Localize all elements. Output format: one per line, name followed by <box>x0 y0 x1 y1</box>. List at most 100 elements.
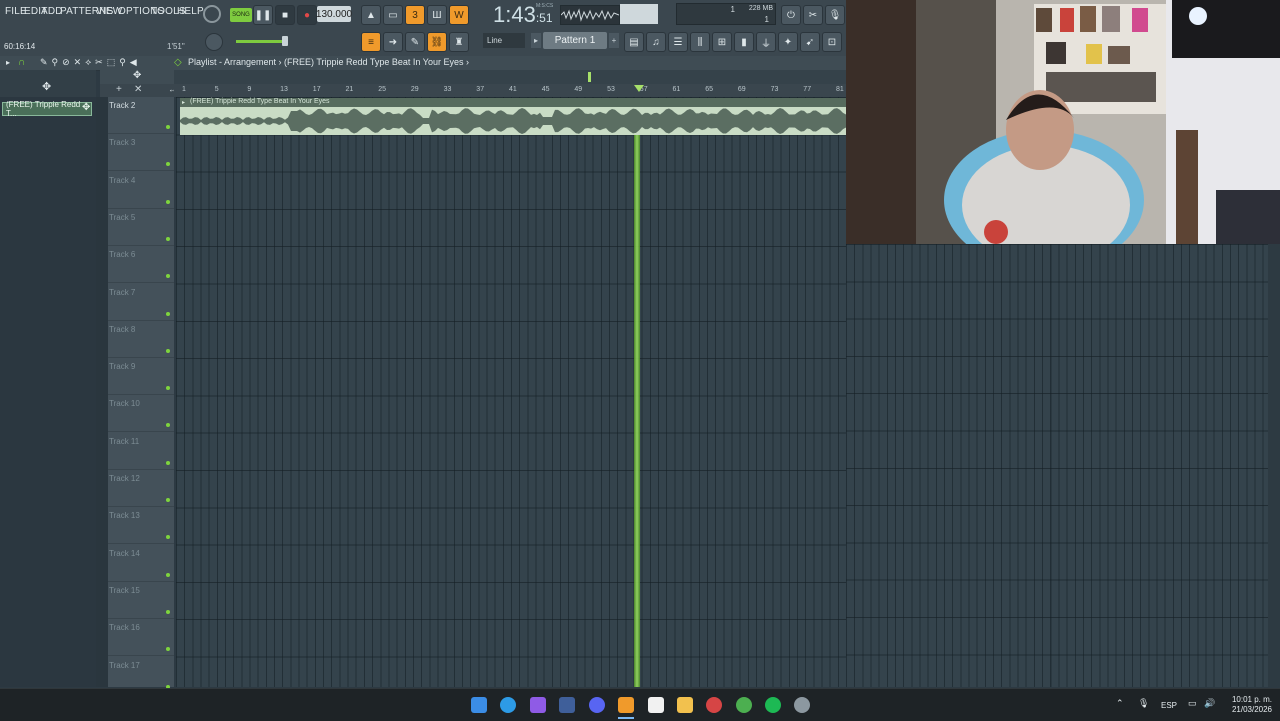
track-mute-led[interactable] <box>166 348 170 353</box>
track-mute-led[interactable] <box>166 572 170 577</box>
track-header[interactable]: Track 12 <box>108 470 174 507</box>
link-button[interactable]: ⛓ <box>427 32 447 52</box>
record-button[interactable]: ● <box>297 5 317 25</box>
track-header[interactable]: Track 7 <box>108 284 174 321</box>
recorder-icon[interactable] <box>706 697 722 713</box>
online-button[interactable]: ⏻ <box>781 5 801 25</box>
volume-icon[interactable]: 🔊 <box>1204 698 1215 709</box>
drag-icon[interactable]: ✥ <box>42 80 51 93</box>
pause-button[interactable]: ❚❚ <box>253 5 273 25</box>
playlist-grid-extended[interactable] <box>846 244 1268 687</box>
track-header[interactable]: Track 11 <box>108 433 174 470</box>
tray-chevron-icon[interactable]: ⌃ <box>1116 698 1124 709</box>
playlist-grid[interactable] <box>176 97 846 687</box>
vertical-scrollbar[interactable] <box>1268 244 1280 687</box>
track-mute-led[interactable] <box>166 609 170 614</box>
track-mute-led[interactable] <box>166 460 170 465</box>
pattern-prev-button[interactable]: ▸ <box>531 33 541 48</box>
arrow-button[interactable]: ➜ <box>383 32 403 52</box>
stop-button[interactable]: ■ <box>275 5 295 25</box>
clip-move-icon[interactable]: ✥ <box>82 102 90 113</box>
discord-icon[interactable] <box>589 697 605 713</box>
track-header[interactable]: Track 5 <box>108 209 174 246</box>
network-icon[interactable]: ▭ <box>1188 698 1197 709</box>
menu-help[interactable]: HELP <box>177 6 204 17</box>
track-mute-led[interactable] <box>166 535 170 540</box>
piano-roll-button[interactable]: ♫ <box>646 32 666 52</box>
tool-button[interactable]: ✦ <box>778 32 798 52</box>
snap-select[interactable]: Line <box>483 33 525 48</box>
fl-studio-icon[interactable] <box>618 697 634 713</box>
volume-handle[interactable] <box>282 36 288 46</box>
add-track-icon[interactable]: + <box>116 84 122 95</box>
track-header[interactable]: Track 8 <box>108 321 174 358</box>
step-edit-button[interactable]: Ш <box>427 5 447 25</box>
countdown-button[interactable]: 3 <box>405 5 425 25</box>
master-knob-icon[interactable] <box>203 5 221 23</box>
track-header[interactable]: Track 4 <box>108 172 174 209</box>
track-header[interactable]: Track 14 <box>108 545 174 582</box>
tempo-display[interactable]: 130.000 <box>316 6 352 22</box>
windows-start-icon[interactable] <box>471 697 487 713</box>
playlist-menu-arrow[interactable]: ▸ <box>6 58 10 67</box>
plugin-button[interactable]: ⏚ <box>756 32 776 52</box>
move-icon[interactable]: ✥ <box>133 70 141 81</box>
chrome-icon[interactable] <box>736 697 752 713</box>
pitch-knob-icon[interactable] <box>205 33 223 51</box>
notepad-icon[interactable] <box>648 697 664 713</box>
wait-input-button[interactable]: ▭ <box>383 5 403 25</box>
track-header[interactable]: Track 15 <box>108 582 174 619</box>
clock[interactable]: 10:01 p. m. 21/03/2026 <box>1232 695 1272 715</box>
playhead-marker[interactable] <box>634 85 644 92</box>
clipboard-button[interactable]: ▮ <box>734 32 754 52</box>
app-icon[interactable] <box>559 697 575 713</box>
track-mute-led[interactable] <box>166 311 170 316</box>
cart-button[interactable]: ⊡ <box>822 32 842 52</box>
pattern-select[interactable]: Pattern 1 <box>543 32 607 49</box>
close-icon[interactable]: ✕ <box>134 84 142 95</box>
channel-rack-button[interactable]: ▤ <box>624 32 644 52</box>
panel-divider[interactable] <box>96 97 108 687</box>
folder-icon[interactable] <box>677 697 693 713</box>
mic-tray-icon[interactable]: 🎙 <box>1138 698 1149 709</box>
track-header[interactable]: Track 6 <box>108 246 174 284</box>
mic-button[interactable]: 🎙 <box>825 5 845 25</box>
track-mute-led[interactable] <box>166 274 170 279</box>
track-mute-led[interactable] <box>166 423 170 428</box>
track-header[interactable]: Track 3 <box>108 134 174 172</box>
track-mute-led[interactable] <box>166 236 170 241</box>
copilot-icon[interactable] <box>530 697 546 713</box>
track-header[interactable]: Track 16 <box>108 619 174 657</box>
bird-button[interactable]: ➹ <box>800 32 820 52</box>
horizontal-scrollbar[interactable] <box>174 70 846 84</box>
track-header[interactable]: Track 10 <box>108 395 174 433</box>
magnet-icon[interactable]: ∩ <box>18 57 25 68</box>
add-pattern-button[interactable]: + <box>609 33 619 48</box>
edge-icon[interactable] <box>500 697 516 713</box>
timeline-ruler[interactable]: 1 5 9 13 17 21 25 29 33 37 41 45 49 53 57 61 65 69 73 77 81 <box>174 84 846 97</box>
track-mute-led[interactable] <box>166 647 170 652</box>
track-mute-led[interactable] <box>166 199 170 204</box>
language-indicator[interactable]: ESP <box>1161 701 1177 710</box>
track-mute-led[interactable] <box>166 386 170 391</box>
project-tree-button[interactable]: ⊞ <box>712 32 732 52</box>
track-mute-led[interactable] <box>166 125 170 129</box>
pen-button[interactable]: ✎ <box>405 32 425 52</box>
blend-notes-button[interactable]: W <box>449 5 469 25</box>
track-mute-led[interactable] <box>166 162 170 167</box>
settings-icon[interactable] <box>794 697 810 713</box>
browser-button[interactable]: ☰ <box>668 32 688 52</box>
metronome-button[interactable]: ▲ <box>361 5 381 25</box>
track-header[interactable]: Track 13 <box>108 507 174 545</box>
playlist-button[interactable]: ≡ <box>361 32 381 52</box>
spotify-icon[interactable] <box>765 697 781 713</box>
track-header[interactable]: Track 9 <box>108 358 174 396</box>
track-header[interactable]: Track 2 <box>108 97 174 134</box>
mixer-button[interactable]: ⫼ <box>690 32 710 52</box>
song-mode-toggle[interactable]: SONG <box>230 8 252 22</box>
playlist-tools[interactable]: ✎⚲⊘✕⟡✂⬚⚲◀ <box>40 57 141 68</box>
track-mute-led[interactable] <box>166 498 170 502</box>
picker-clip-item[interactable]: (FREE) Trippie Redd T... <box>2 100 92 118</box>
stamp-button[interactable]: ♜ <box>449 32 469 52</box>
master-volume-slider[interactable] <box>236 40 284 43</box>
